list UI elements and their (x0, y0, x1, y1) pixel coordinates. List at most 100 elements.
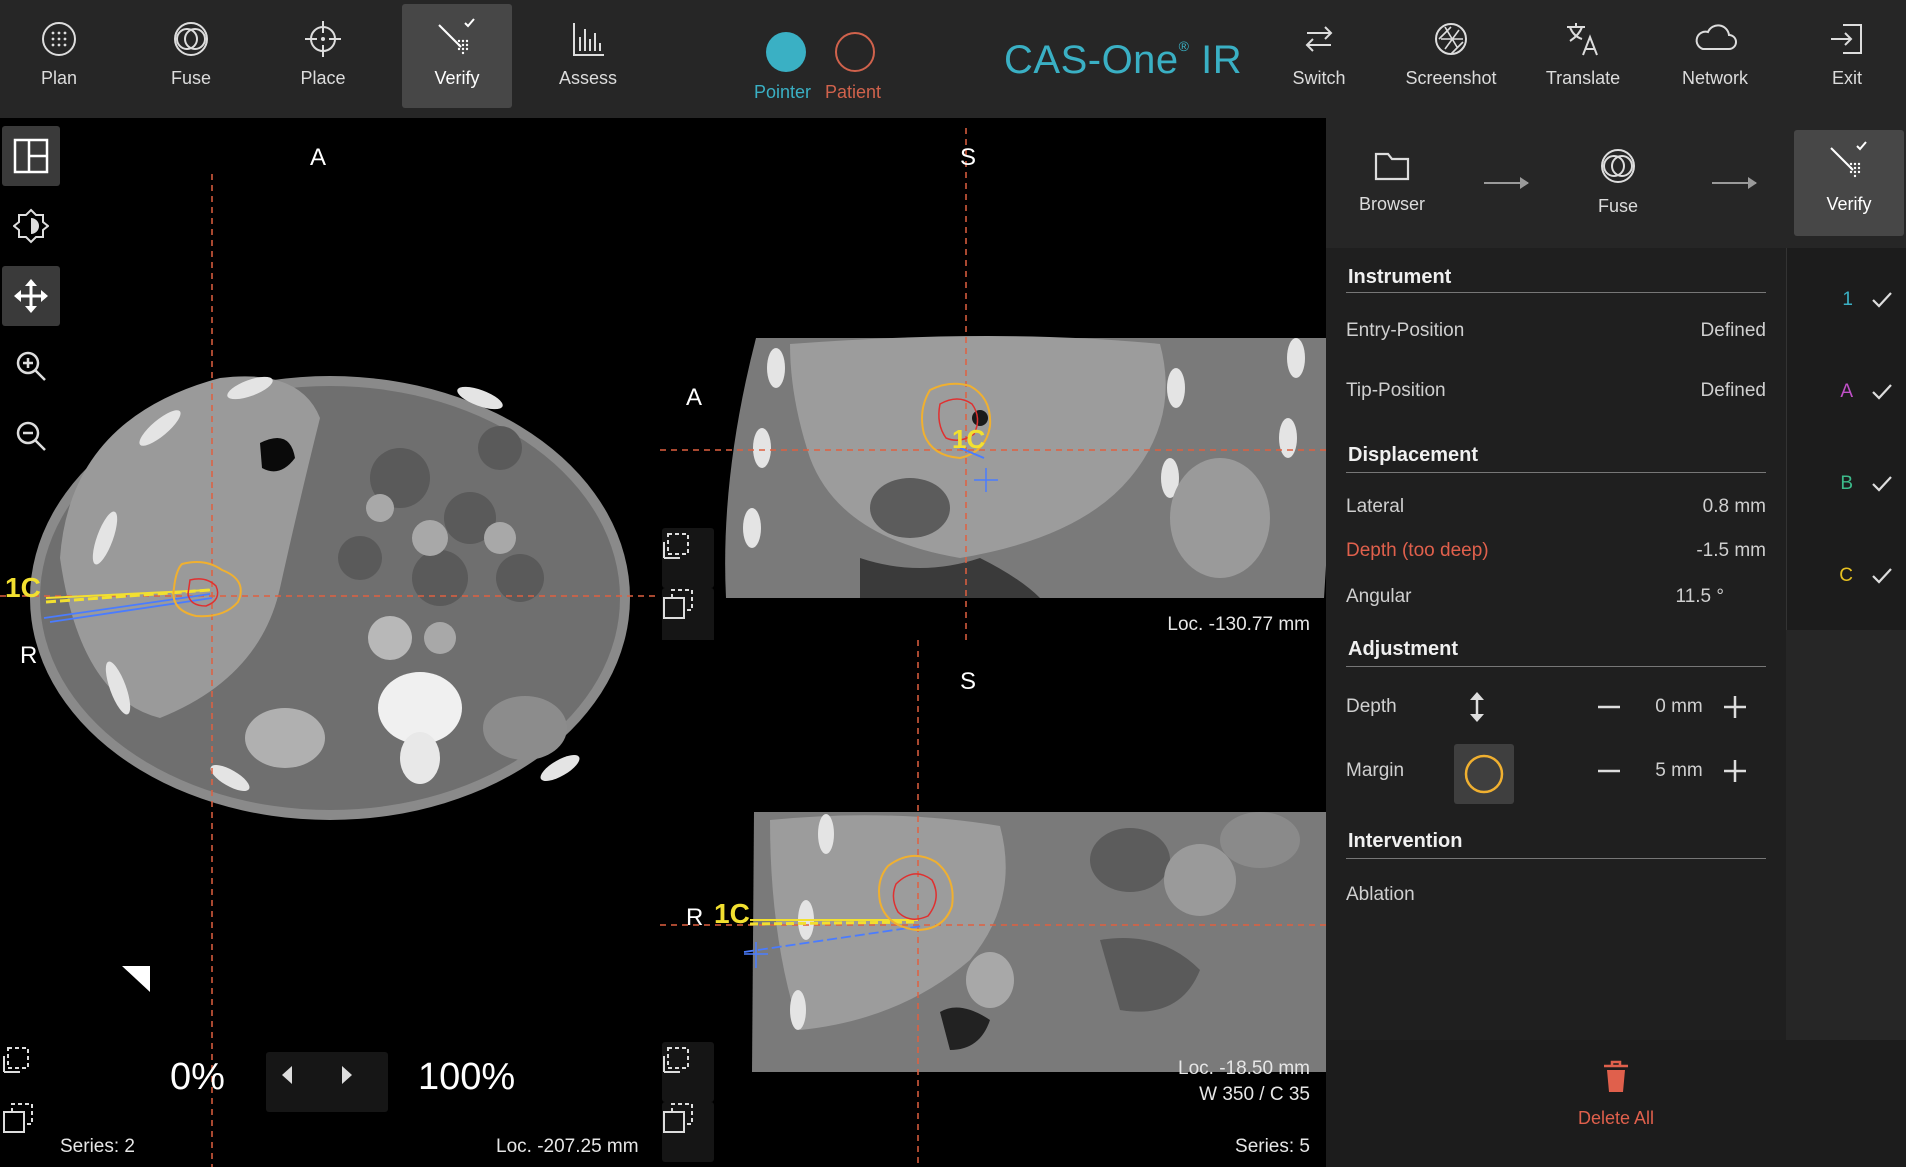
trajectory-item-c[interactable]: C (1787, 556, 1906, 596)
brand-suffix: IR (1201, 38, 1243, 82)
sagittal-series-label: Series: 5 (1235, 1136, 1310, 1157)
verify-panel: Browser Fuse Verify Instrument Entry-Pos… (1326, 118, 1906, 1167)
delete-all-label: Delete All (1577, 1108, 1655, 1128)
axial-series-label: Series: 2 (60, 1136, 135, 1157)
trajectory-item-1[interactable]: 1 (1787, 280, 1906, 320)
axial-location-label: Loc. -207.25 mm (496, 1136, 639, 1157)
chevron-left-icon (282, 1066, 292, 1084)
trajectory-item-a[interactable]: A (1787, 372, 1906, 412)
switch-label: Switch (1292, 68, 1346, 88)
plus-icon (1724, 760, 1746, 782)
workflow-step-verify-label: Verify (1826, 194, 1872, 214)
axial-trajectory-label: 1C (5, 572, 41, 603)
sagittal-duplicate-button[interactable] (662, 1102, 714, 1162)
window-level-readout: W 350 / C 35 (1199, 1084, 1310, 1105)
depth-increase-button[interactable] (1718, 690, 1752, 724)
camera-shutter-icon (1431, 4, 1471, 64)
pan-icon (14, 279, 48, 313)
screenshot-button[interactable]: Screenshot (1396, 4, 1506, 108)
pan-button[interactable] (2, 266, 60, 326)
exit-button[interactable]: Exit (1792, 4, 1902, 108)
margin-label: Margin (1346, 760, 1405, 781)
sagittal-location-label: Loc. -18.50 mm (1178, 1058, 1310, 1079)
adjust-depth-value: 0 mm (1655, 696, 1703, 717)
zoom-out-button[interactable] (2, 406, 60, 466)
intervention-type: Ablation (1346, 884, 1415, 905)
trajectory-item-b[interactable]: B (1787, 464, 1906, 504)
section-divider (1346, 666, 1766, 667)
depth-displacement-value: -1.5 mm (1696, 540, 1766, 561)
opacity-increase-button[interactable] (340, 1064, 374, 1100)
adjustment-section-title: Adjustment (1348, 638, 1458, 660)
workflow-step-fuse-label: Fuse (1597, 196, 1639, 216)
bar-chart-icon (568, 4, 608, 64)
zoom-in-button[interactable] (2, 336, 60, 396)
workflow-step-browser[interactable]: Browser (1332, 130, 1452, 236)
sagittal-view[interactable]: S R 1C Loc. -18.50 mm W 350 / C 35 Serie… (660, 640, 1326, 1167)
translate-icon (1563, 4, 1603, 64)
margin-increase-button[interactable] (1718, 754, 1752, 788)
view-tools (0, 124, 62, 454)
translate-label: Translate (1545, 68, 1621, 88)
network-button[interactable]: Network (1660, 4, 1770, 108)
coronal-view[interactable]: S A 1C Loc. -130.77 mm (660, 118, 1326, 640)
depth-decrease-button[interactable] (1592, 690, 1626, 724)
brand-mark: ® (1178, 38, 1190, 54)
trajectory-list: 1 A B C (1786, 248, 1906, 630)
frame-select-icon (663, 533, 689, 559)
sagittal-orient-left: R (686, 904, 704, 931)
copy-frame-icon (3, 1103, 33, 1133)
opacity-stepper (266, 1052, 388, 1112)
section-divider (1346, 292, 1766, 293)
assess-button[interactable]: Assess (533, 4, 643, 108)
plan-button[interactable]: Plan (4, 4, 114, 108)
tip-position-label: Tip-Position (1346, 380, 1446, 401)
window-level-button[interactable] (2, 196, 60, 256)
switch-button[interactable]: Switch (1264, 4, 1374, 108)
cloud-icon (1693, 4, 1737, 64)
translate-button[interactable]: Translate (1528, 4, 1638, 108)
verify-button[interactable]: Verify (402, 4, 512, 108)
frame-select-icon (3, 1047, 29, 1073)
intervention-section-title: Intervention (1348, 830, 1463, 852)
axial-duplicate-button[interactable] (2, 1102, 54, 1162)
margin-toggle-button[interactable] (1454, 744, 1514, 804)
margin-decrease-button[interactable] (1592, 754, 1626, 788)
delete-all-button[interactable]: Delete All (1326, 1040, 1906, 1167)
axial-orient-left: R (20, 642, 38, 669)
layout-button[interactable] (2, 126, 60, 186)
top-toolbar: Plan Fuse Place Verify Assess Pointer Pa… (0, 0, 1906, 118)
exit-icon (1827, 4, 1867, 64)
margin-value: 5 mm (1655, 760, 1703, 781)
screenshot-label: Screenshot (1405, 68, 1497, 88)
brand-name: CAS-One (1004, 38, 1179, 82)
plus-icon (1724, 696, 1746, 718)
frame-select-icon (663, 1047, 689, 1073)
coronal-location-label: Loc. -130.77 mm (1167, 614, 1310, 635)
workflow-step-fuse[interactable]: Fuse (1558, 130, 1678, 236)
check-icon (1872, 292, 1892, 308)
workflow-arrow (1712, 177, 1757, 189)
trajectory-details: Instrument Entry-Position Defined Tip-Po… (1326, 248, 1786, 1040)
axial-view[interactable]: A R 1C 0% 100% Series: 2 Loc. -207.25 mm (0, 118, 660, 1167)
pointer-status-dot (766, 32, 806, 72)
place-button[interactable]: Place (268, 4, 378, 108)
coronal-duplicate-button[interactable] (662, 588, 714, 640)
coronal-capture-button[interactable] (662, 528, 714, 588)
axial-capture-button[interactable] (2, 1042, 54, 1102)
coronal-orient-top: S (960, 144, 977, 171)
instrument-section-title: Instrument (1348, 266, 1452, 288)
place-label: Place (300, 68, 346, 88)
axial-ct-image (0, 174, 660, 1167)
pointer-patient-toggle[interactable]: Pointer Patient (752, 28, 888, 108)
displacement-section-title: Displacement (1348, 444, 1479, 466)
workflow-step-verify[interactable]: Verify (1794, 130, 1904, 236)
sagittal-capture-button[interactable] (662, 1042, 714, 1102)
opacity-decrease-button[interactable] (280, 1064, 314, 1100)
brightness-icon (13, 208, 49, 244)
workflow-steps: Browser Fuse Verify (1326, 118, 1906, 248)
assess-label: Assess (558, 68, 618, 88)
network-label: Network (1681, 68, 1748, 88)
fuse-icon (1601, 149, 1635, 183)
fuse-button[interactable]: Fuse (136, 4, 246, 108)
